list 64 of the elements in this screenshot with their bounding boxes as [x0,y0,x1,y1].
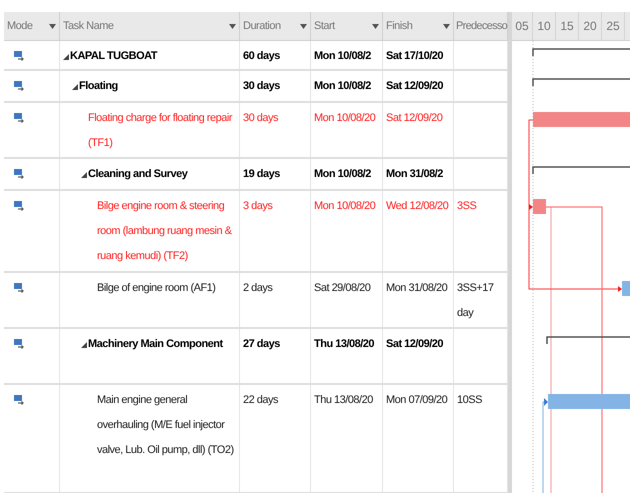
timescale-label: 20 [579,12,602,40]
start-text: Mon 10/08/2 [314,50,371,62]
predecessor-text: 3SS+17 day [457,282,494,319]
timescale-label: 05 [512,12,533,40]
task-name: Bilge of engine room (AF1) [97,281,216,296]
duration-text: 27 days [243,338,280,350]
duration-text: 30 days [243,112,278,124]
auto-schedule-icon [14,201,25,212]
timescale-label: 15 [556,12,579,40]
start-text: Mon 10/08/20 [314,200,376,212]
finish-text: Mon 07/09/20 [386,394,448,406]
finish-text: Wed 12/08/20 [386,200,448,212]
task-name: KAPAL TUGBOAT [70,49,157,64]
auto-schedule-icon [14,169,25,180]
dropdown-icon[interactable] [300,24,307,28]
start-text: Sat 29/08/20 [314,282,370,294]
start-text: Thu 13/08/20 [314,338,374,350]
auto-schedule-icon [14,113,25,124]
finish-text: Sat 12/09/20 [386,112,442,124]
duration-text: 60 days [243,50,280,62]
duration-text: 19 days [243,168,280,180]
auto-schedule-icon [14,283,25,294]
start-text: Mon 10/08/20 [314,112,376,124]
auto-schedule-icon [14,81,25,92]
dropdown-icon[interactable] [443,24,450,28]
column-header[interactable]: Task Name [60,12,240,40]
predecessor-text: 3SS [457,200,476,212]
collapse-triangle-icon[interactable] [81,342,87,348]
timescale-label: 10 [533,12,556,40]
auto-schedule-icon [14,51,25,62]
task-name: Bilge engine room & steering room (lambung ruang mesin & ruang kemudi) (TF2) [97,199,233,264]
dropdown-icon[interactable] [372,24,379,28]
timescale-label: 25 [602,12,625,40]
start-text: Mon 10/08/2 [314,80,371,92]
task-name: Main engine general overhauling (M/E fuel injector valve, Lub. Oil pump, dll) (TO2) [97,393,235,458]
collapse-triangle-icon[interactable] [72,84,78,90]
duration-text: 2 days [243,282,272,294]
task-name: Machinery Main Component [88,337,223,352]
duration-text: 22 days [243,394,278,406]
task-name: Floating charge for floating repair (TF1) [88,111,234,151]
finish-text: Sat 17/10/20 [386,50,443,62]
start-text: Thu 13/08/20 [314,394,373,406]
task-name: Cleaning and Survey [88,167,188,182]
start-text: Mon 10/08/2 [314,168,371,180]
finish-text: Mon 31/08/20 [386,282,448,294]
dropdown-icon[interactable] [229,24,236,28]
collapse-triangle-icon[interactable] [81,172,87,178]
column-header[interactable]: Start [311,12,383,40]
dropdown-icon[interactable] [49,24,56,28]
auto-schedule-icon [14,395,25,406]
task-name: Floating [79,79,118,94]
column-header[interactable]: Finish [383,12,454,40]
task-bar [533,199,546,214]
duration-text: 3 days [243,200,272,212]
column-header[interactable]: Duration [240,12,311,40]
finish-text: Sat 12/09/20 [386,80,443,92]
auto-schedule-icon [14,339,25,350]
task-bar [622,281,630,296]
collapse-triangle-icon[interactable] [63,54,69,60]
duration-text: 30 days [243,80,280,92]
column-header[interactable]: Mode [4,12,60,40]
finish-text: Mon 31/08/2 [386,168,443,180]
finish-text: Sat 12/09/20 [386,338,443,350]
predecessor-text: 10SS [457,394,482,406]
